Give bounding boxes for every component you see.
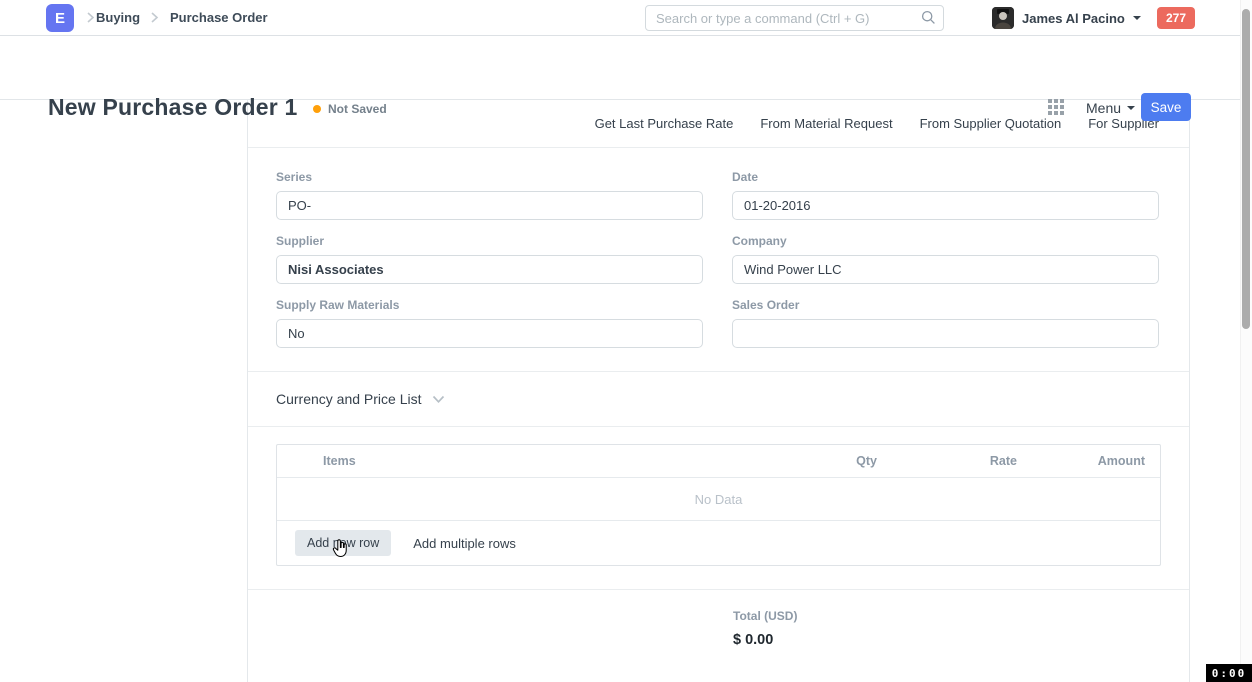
scrollbar-track [1240,0,1252,682]
field-date: Date [732,170,1159,220]
save-button[interactable]: Save [1141,93,1191,121]
series-label: Series [276,170,703,184]
date-input[interactable] [732,191,1159,220]
supply-raw-materials-input[interactable] [276,319,703,348]
recording-timer: 0:00 [1206,664,1252,682]
user-name: James Al Pacino [1022,11,1125,26]
save-status-indicator: Not Saved [313,102,387,116]
unsaved-dot-icon [313,105,321,113]
supplier-label: Supplier [276,234,703,248]
company-input[interactable] [732,255,1159,284]
left-sidebar-area [0,100,248,682]
app-screen: E Buying Purchase Order James Al Pacino … [0,0,1252,682]
form-main-area: Get Last Purchase Rate From Material Req… [248,100,1190,682]
items-grid-header: Items Qty Rate Amount [277,445,1160,478]
column-rate: Rate [877,454,1017,468]
supplier-input[interactable] [276,255,703,284]
date-label: Date [732,170,1159,184]
column-items: Items [277,454,749,468]
series-input[interactable] [276,191,703,220]
notifications-badge[interactable]: 277 [1157,7,1195,29]
column-qty: Qty [749,454,877,468]
total-usd-value: $ 0.00 [733,632,1189,648]
caret-down-icon [1127,106,1135,110]
field-supplier: Supplier [276,234,703,284]
sales-order-input[interactable] [732,319,1159,348]
search-input[interactable] [645,5,944,31]
avatar [992,7,1014,29]
form-fields-section: Series Date Supplier Company Supply Raw … [248,148,1189,372]
supply-raw-materials-label: Supply Raw Materials [276,298,703,312]
page-head: New Purchase Order 1 Not Saved Menu Save [0,36,1252,100]
search-icon [921,10,936,30]
menu-label: Menu [1086,100,1121,116]
column-amount: Amount [1017,454,1160,468]
add-multiple-rows-button[interactable]: Add multiple rows [413,536,516,551]
global-search [645,5,944,31]
company-label: Company [732,234,1159,248]
action-get-last-purchase-rate[interactable]: Get Last Purchase Rate [595,116,734,131]
field-series: Series [276,170,703,220]
scrollbar-thumb[interactable] [1242,9,1250,329]
action-from-supplier-quotation[interactable]: From Supplier Quotation [920,116,1062,131]
app-logo[interactable]: E [46,4,74,32]
section-currency-and-price-list[interactable]: Currency and Price List [248,372,1189,427]
menu-dropdown-button[interactable]: Menu [1086,98,1135,118]
caret-down-icon [1133,16,1141,20]
breadcrumb-buying[interactable]: Buying [96,10,140,25]
chevron-right-icon [86,11,95,29]
action-from-material-request[interactable]: From Material Request [760,116,892,131]
app-logo-letter: E [55,10,65,27]
total-usd-label: Total (USD) [733,609,1189,623]
hand-cursor-icon [331,538,349,560]
page-title: New Purchase Order 1 [48,94,297,121]
field-company: Company [732,234,1159,284]
field-supply-raw-materials: Supply Raw Materials [276,298,703,348]
chevron-right-icon [150,11,159,29]
navbar: E Buying Purchase Order James Al Pacino … [0,0,1252,36]
field-sales-order: Sales Order [732,298,1159,348]
user-menu[interactable]: James Al Pacino [992,7,1141,29]
save-status-label: Not Saved [328,102,387,116]
items-grid-empty-state: No Data [277,478,1160,521]
chevron-down-icon [432,391,445,407]
currency-section-label: Currency and Price List [276,391,422,407]
workspace-grid-icon[interactable] [1048,99,1064,115]
items-grid-footer: Add new row Add multiple rows [277,521,1160,565]
sales-order-label: Sales Order [732,298,1159,312]
items-grid: Items Qty Rate Amount No Data Add new ro… [276,444,1161,566]
breadcrumb-purchase-order[interactable]: Purchase Order [170,10,268,25]
totals-section: Total (USD) $ 0.00 [733,609,1189,648]
totals-divider [248,589,1189,590]
